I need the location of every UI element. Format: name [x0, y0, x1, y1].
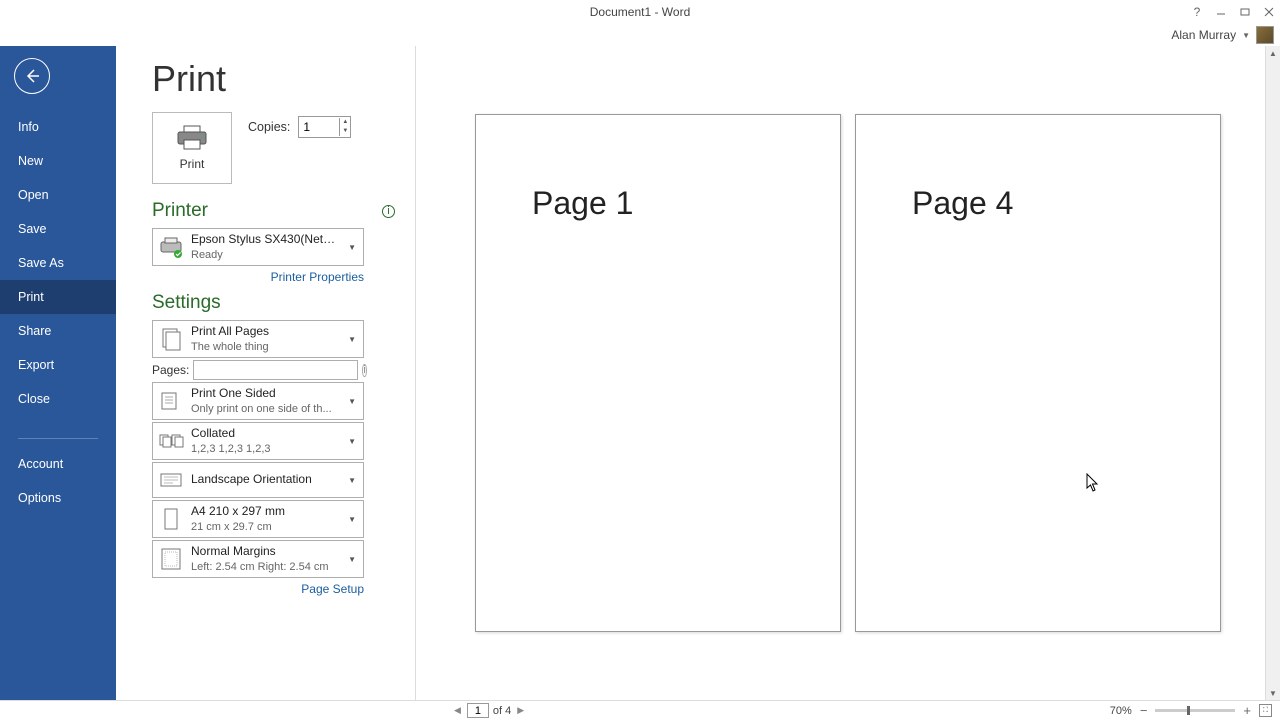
next-page-button[interactable]: ▶ — [515, 705, 526, 716]
copies-label: Copies: — [248, 120, 290, 134]
chevron-down-icon: ▼ — [345, 335, 359, 344]
user-row: Alan Murray ▼ — [0, 24, 1280, 46]
printer-status: Ready — [191, 248, 339, 262]
sidebar-item-save[interactable]: Save — [0, 212, 116, 246]
chevron-down-icon: ▼ — [345, 437, 359, 446]
zoom-fit-button[interactable]: ⛶ — [1259, 704, 1272, 717]
sidebar-item-saveas[interactable]: Save As — [0, 246, 116, 280]
pages-label: Pages: — [152, 363, 189, 377]
printer-heading: Printer — [152, 200, 208, 222]
sidebar-item-share[interactable]: Share — [0, 314, 116, 348]
minimize-icon[interactable] — [1214, 5, 1228, 19]
copies-input[interactable] — [299, 117, 339, 137]
user-dropdown-caret[interactable]: ▼ — [1242, 31, 1250, 40]
print-range-select[interactable]: Print All Pages The whole thing ▼ — [152, 320, 364, 358]
copies-up[interactable]: ▲ — [340, 118, 350, 127]
printer-select[interactable]: Epson Stylus SX430(Network) Ready ▼ — [152, 228, 364, 266]
printer-icon — [176, 125, 208, 151]
margins-icon — [157, 545, 185, 573]
printer-device-icon — [157, 233, 185, 261]
pages-input[interactable] — [193, 360, 358, 380]
print-button-label: Print — [180, 157, 205, 171]
page-title: Print — [152, 58, 395, 100]
collate-select[interactable]: Collated 1,2,3 1,2,3 1,2,3 ▼ — [152, 422, 364, 460]
sidebar-item-open[interactable]: Open — [0, 178, 116, 212]
back-button[interactable] — [14, 58, 50, 94]
print-settings-pane: Print Print Copies: ▲▼ Printer i — [116, 46, 416, 700]
preview-page-1: Page 1 — [475, 114, 841, 632]
copies-spinner[interactable]: ▲▼ — [298, 116, 351, 138]
sidebar-item-account[interactable]: Account — [0, 447, 116, 481]
preview-scrollbar[interactable]: ▲ ▼ — [1265, 46, 1280, 700]
preview-page1-text: Page 1 — [532, 185, 784, 222]
oneside-icon — [157, 387, 185, 415]
sidebar-item-new[interactable]: New — [0, 144, 116, 178]
paper-icon — [157, 505, 185, 533]
landscape-icon — [157, 466, 185, 494]
scroll-down-icon[interactable]: ▼ — [1266, 686, 1280, 700]
zoom-out-button[interactable]: − — [1138, 703, 1150, 718]
printer-name: Epson Stylus SX430(Network) — [191, 232, 339, 248]
pages-icon — [157, 325, 185, 353]
chevron-down-icon: ▼ — [345, 476, 359, 485]
print-button[interactable]: Print — [152, 112, 232, 184]
print-preview: Page 1 Page 4 ▲ ▼ — [416, 46, 1280, 700]
help-icon[interactable]: ? — [1190, 5, 1204, 19]
printer-info-icon[interactable]: i — [382, 205, 395, 218]
sides-select[interactable]: Print One Sided Only print on one side o… — [152, 382, 364, 420]
chevron-down-icon: ▼ — [345, 397, 359, 406]
current-page-input[interactable] — [467, 703, 489, 718]
zoom-in-button[interactable]: + — [1241, 703, 1253, 718]
sidebar-item-info[interactable]: Info — [0, 110, 116, 144]
prev-page-button[interactable]: ◀ — [452, 705, 463, 716]
sidebar-item-export[interactable]: Export — [0, 348, 116, 382]
printer-properties-link[interactable]: Printer Properties — [152, 270, 364, 284]
sidebar-item-close[interactable]: Close — [0, 382, 116, 416]
footer: ◀ of 4 ▶ 70% − + ⛶ — [0, 700, 1280, 720]
preview-page2-text: Page 4 — [912, 185, 1164, 222]
settings-heading: Settings — [152, 292, 221, 314]
orientation-select[interactable]: Landscape Orientation ▼ — [152, 462, 364, 498]
margins-select[interactable]: Normal Margins Left: 2.54 cm Right: 2.54… — [152, 540, 364, 578]
close-icon[interactable] — [1262, 5, 1276, 19]
zoom-level: 70% — [1110, 705, 1132, 717]
copies-down[interactable]: ▼ — [340, 127, 350, 136]
chevron-down-icon: ▼ — [345, 515, 359, 524]
avatar[interactable] — [1256, 26, 1274, 44]
backstage-sidebar: Info New Open Save Save As Print Share E… — [0, 46, 116, 700]
pages-info-icon[interactable]: i — [362, 364, 366, 377]
paper-size-select[interactable]: A4 210 x 297 mm 21 cm x 29.7 cm ▼ — [152, 500, 364, 538]
user-name[interactable]: Alan Murray — [1171, 28, 1236, 42]
sidebar-item-options[interactable]: Options — [0, 481, 116, 515]
page-count-label: of 4 — [493, 705, 511, 717]
zoom-slider[interactable] — [1155, 709, 1235, 712]
preview-page-2: Page 4 — [855, 114, 1221, 632]
title-bar: Document1 - Word ? — [0, 0, 1280, 24]
chevron-down-icon: ▼ — [345, 243, 359, 252]
window-title: Document1 - Word — [590, 5, 690, 19]
sidebar-item-print[interactable]: Print — [0, 280, 116, 314]
restore-icon[interactable] — [1238, 5, 1252, 19]
scroll-up-icon[interactable]: ▲ — [1266, 46, 1280, 60]
page-setup-link[interactable]: Page Setup — [152, 582, 364, 596]
collate-icon — [157, 427, 185, 455]
chevron-down-icon: ▼ — [345, 555, 359, 564]
